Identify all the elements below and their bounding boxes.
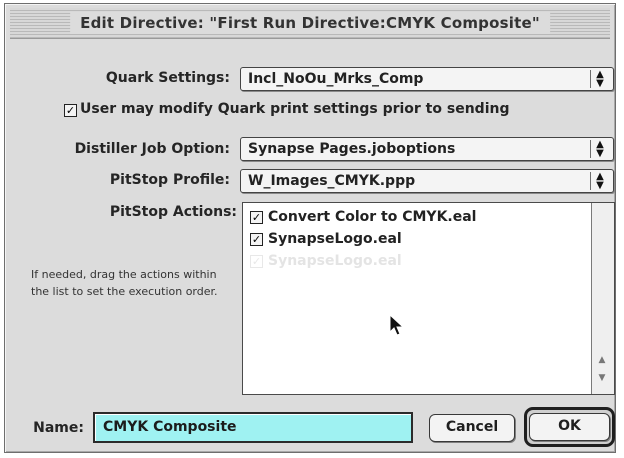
drag-order-hint: If needed, drag the actions within the l… [31, 268, 218, 298]
checkmark-icon: ✓ [250, 255, 263, 268]
cancel-button[interactable]: Cancel [429, 414, 515, 442]
quark-settings-value: Incl_NoOu_Mrks_Comp [248, 71, 424, 87]
scroll-down-arrow-icon[interactable]: ▼ [594, 371, 610, 385]
list-item[interactable]: ✓ Convert Color to CMYK.eal [250, 208, 580, 228]
list-item-label: Convert Color to CMYK.eal [268, 209, 477, 225]
modify-settings-checkbox[interactable]: ✓ [64, 104, 77, 117]
name-field-value: CMYK Composite [103, 419, 237, 435]
list-item-label: SynapseLogo.eal [268, 253, 402, 269]
distiller-popup[interactable]: Synapse Pages.joboptions ▲ ▼ [240, 137, 614, 161]
dialog-titlebar[interactable]: Edit Directive: "First Run Directive:CMY… [10, 8, 610, 39]
list-scrollbar[interactable]: ▲ ▼ [591, 203, 614, 394]
up-down-arrows-icon: ▲ ▼ [590, 172, 609, 191]
distiller-label: Distiller Job Option: [74, 141, 230, 157]
pitstop-actions-list[interactable]: ✓ Convert Color to CMYK.eal ✓ SynapseLog… [242, 202, 615, 395]
list-item-drag-ghost[interactable]: ✓ SynapseLogo.eal [250, 252, 580, 272]
name-label: Name: [33, 420, 84, 436]
edit-directive-dialog: Edit Directive: "First Run Directive:CMY… [4, 3, 616, 453]
quark-settings-popup[interactable]: Incl_NoOu_Mrks_Comp ▲ ▼ [240, 67, 614, 91]
list-item-label: SynapseLogo.eal [268, 231, 402, 247]
checkmark-icon[interactable]: ✓ [250, 211, 263, 224]
dialog-title: Edit Directive: "First Run Directive:CMY… [70, 12, 550, 34]
pitstop-profile-popup[interactable]: W_Images_CMYK.ppp ▲ ▼ [240, 169, 614, 193]
up-down-arrows-icon: ▲ ▼ [590, 140, 609, 159]
ok-button[interactable]: OK [529, 413, 610, 441]
pitstop-profile-value: W_Images_CMYK.ppp [248, 173, 416, 189]
checkmark-icon[interactable]: ✓ [250, 233, 263, 246]
name-field[interactable]: CMYK Composite [93, 412, 413, 443]
scroll-up-arrow-icon[interactable]: ▲ [594, 353, 610, 367]
pitstop-actions-label: PitStop Actions: [109, 204, 237, 220]
distiller-value: Synapse Pages.joboptions [248, 141, 456, 157]
arrow-cursor-icon [389, 314, 405, 336]
quark-settings-label: Quark Settings: [105, 70, 230, 86]
pitstop-profile-label: PitStop Profile: [109, 172, 230, 188]
up-down-arrows-icon: ▲ ▼ [590, 70, 609, 89]
list-item[interactable]: ✓ SynapseLogo.eal [250, 230, 580, 250]
modify-settings-label: User may modify Quark print settings pri… [80, 101, 510, 117]
